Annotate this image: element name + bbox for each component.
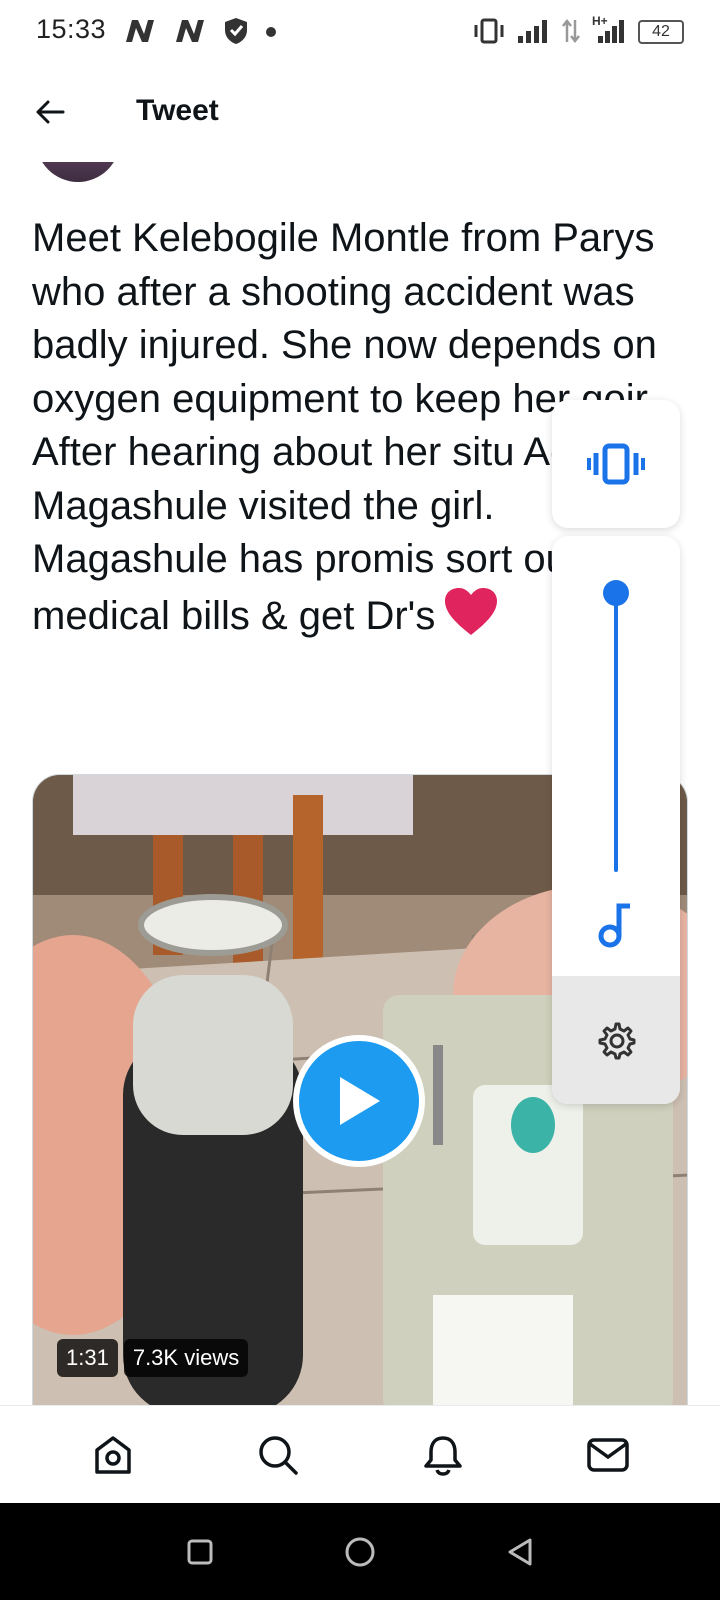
netflix-icon — [176, 20, 204, 42]
search-icon — [258, 1435, 298, 1475]
home-icon — [94, 1435, 131, 1474]
notifications-icon — [423, 1435, 462, 1476]
status-time: 15:33 — [36, 14, 107, 44]
volume-slider-thumb[interactable] — [603, 580, 629, 606]
battery-icon: 42 — [638, 20, 684, 44]
volume-settings-button[interactable] — [552, 976, 680, 1104]
recents-button[interactable] — [175, 1527, 225, 1577]
nav-home-button[interactable] — [83, 1425, 143, 1485]
status-bar: 15:33 H+ 42 — [0, 0, 720, 66]
music-note-icon — [598, 903, 630, 948]
header: Tweet — [0, 66, 720, 162]
status-left-icons — [122, 16, 278, 46]
battery-level: 42 — [652, 23, 670, 40]
vibrate-icon — [474, 18, 504, 44]
page-title: Tweet — [136, 94, 219, 127]
back-triangle-icon — [508, 1538, 532, 1565]
network-label: H+ — [592, 14, 608, 28]
status-right-icons: H+ 42 — [472, 14, 684, 46]
system-nav-bar — [0, 1503, 720, 1600]
signal-hplus-group: H+ — [592, 14, 628, 46]
home-system-button[interactable] — [335, 1527, 385, 1577]
shield-icon — [225, 18, 247, 44]
gear-icon — [598, 1022, 636, 1060]
video-meta: 1:31 7.3K views — [57, 1339, 249, 1377]
bottom-nav — [0, 1405, 720, 1503]
netflix-icon — [126, 20, 154, 42]
play-icon — [340, 1077, 380, 1125]
video-duration: 1:31 — [57, 1339, 118, 1377]
dot-icon — [266, 27, 276, 37]
volume-panel — [552, 536, 680, 1104]
heart-emoji-icon — [445, 587, 498, 635]
messages-icon — [586, 1437, 629, 1472]
play-button[interactable] — [293, 1035, 425, 1167]
signal-icon — [518, 20, 547, 43]
recents-icon — [187, 1539, 213, 1564]
nav-search-button[interactable] — [248, 1425, 308, 1485]
back-arrow-icon — [36, 100, 65, 124]
home-circle-icon — [345, 1537, 375, 1566]
nav-messages-button[interactable] — [578, 1425, 638, 1485]
nav-notifications-button[interactable] — [413, 1425, 473, 1485]
vibrate-icon — [587, 443, 645, 485]
volume-slider-track[interactable] — [614, 592, 618, 872]
back-button[interactable] — [30, 92, 70, 132]
back-system-button[interactable] — [495, 1527, 545, 1577]
data-arrows-icon — [562, 18, 580, 44]
ringer-mode-button[interactable] — [552, 400, 680, 528]
video-views: 7.3K views — [123, 1339, 249, 1377]
